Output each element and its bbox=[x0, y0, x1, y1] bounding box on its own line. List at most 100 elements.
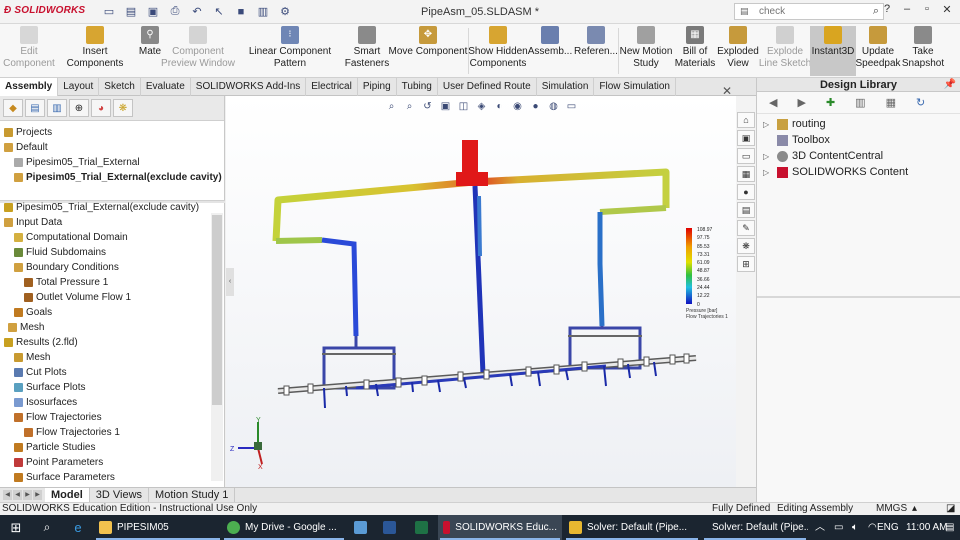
tree-item-total-pressure[interactable]: Total Pressure 1 bbox=[24, 276, 108, 289]
taskbar-item-solver-2[interactable]: Solver: Default (Pipe... bbox=[702, 515, 808, 540]
tab-flow-simulation[interactable]: Flow Simulation bbox=[594, 78, 676, 96]
taskbar-item-app[interactable] bbox=[348, 515, 372, 540]
print-icon[interactable]: ⎙ bbox=[166, 3, 184, 20]
design-library-icon[interactable]: ▦ bbox=[737, 166, 755, 182]
file-properties-icon[interactable]: ▥ bbox=[254, 3, 272, 20]
home-icon[interactable]: ⌂ bbox=[737, 112, 755, 128]
tree-item-results[interactable]: Results (2.fld) bbox=[4, 336, 78, 349]
mate-button[interactable]: ⚲ Mate bbox=[136, 26, 164, 76]
edit-component-button[interactable]: Edit Component bbox=[0, 26, 58, 76]
flow-simulation-tab-icon[interactable]: ❋ bbox=[113, 99, 133, 117]
tree-item-analysis-root[interactable]: Pipesim05_Trial_External(exclude cavity) bbox=[4, 201, 199, 214]
linear-pattern-button[interactable]: ⁝ Linear Component Pattern bbox=[234, 26, 346, 76]
select-icon[interactable]: ↖ bbox=[210, 3, 228, 20]
tree-item-point-parameters[interactable]: Point Parameters bbox=[14, 456, 103, 469]
help-icon[interactable]: ? bbox=[878, 3, 896, 16]
smart-fasteners-button[interactable]: Smart Fasteners bbox=[345, 26, 389, 76]
tab-3d-views[interactable]: 3D Views bbox=[90, 488, 150, 502]
custom-properties-icon[interactable]: ▤ bbox=[737, 202, 755, 218]
tab-sketch[interactable]: Sketch bbox=[99, 78, 141, 96]
first-tab-icon[interactable]: ◀ bbox=[3, 490, 12, 500]
unit-dropdown-icon[interactable]: ▴ bbox=[912, 503, 917, 515]
take-snapshot-button[interactable]: Take Snapshot bbox=[900, 26, 946, 76]
tab-motion-study[interactable]: Motion Study 1 bbox=[149, 488, 236, 502]
tab-layout[interactable]: Layout bbox=[58, 78, 100, 96]
taskbar-item-pipesim05[interactable]: PIPESIM05 bbox=[94, 515, 222, 540]
flow-simulation-icon[interactable]: ❋ bbox=[737, 238, 755, 254]
property-manager-tab-icon[interactable]: ▤ bbox=[25, 99, 45, 117]
options-icon[interactable]: ⚙ bbox=[276, 3, 294, 20]
new-icon[interactable]: ▭ bbox=[100, 3, 118, 20]
wifi-icon[interactable]: ◠ bbox=[868, 515, 877, 540]
dimxpert-tab-icon[interactable]: ⊕ bbox=[69, 99, 89, 117]
clock[interactable]: 11:00 AM bbox=[906, 515, 948, 540]
instant3d-button[interactable]: Instant3D bbox=[810, 26, 856, 76]
expand-arrow-icon[interactable]: ▷ bbox=[763, 120, 773, 129]
library-item-toolbox[interactable]: Toolbox bbox=[763, 134, 830, 146]
expand-arrow-icon[interactable]: ▷ bbox=[763, 152, 773, 161]
forward-icon[interactable]: ▶ bbox=[797, 96, 805, 109]
next-tab-icon[interactable]: ▶ bbox=[23, 490, 32, 500]
tree-item-computational-domain[interactable]: Computational Domain bbox=[14, 231, 128, 244]
minimize-button[interactable]: – bbox=[898, 3, 916, 16]
tray-overflow-icon[interactable]: ︿ bbox=[815, 515, 825, 540]
sensors-icon[interactable]: ⊞ bbox=[737, 256, 755, 272]
refresh-icon[interactable]: ↻ bbox=[916, 96, 925, 109]
library-item-3d-content-central[interactable]: ▷ 3D ContentCentral bbox=[763, 150, 883, 162]
taskbar-item-solver-1[interactable]: Solver: Default (Pipe... bbox=[564, 515, 700, 540]
move-component-button[interactable]: ✥ Move Component bbox=[388, 26, 468, 76]
solidworks-logo[interactable]: Ɖ SOLIDWORKS bbox=[4, 5, 85, 16]
taskbar-item-chrome[interactable]: My Drive - Google ... bbox=[222, 515, 346, 540]
taskbar-item-word[interactable] bbox=[374, 515, 404, 540]
tree-item-active-project[interactable]: Pipesim05_Trial_External(exclude cavity) bbox=[14, 171, 222, 184]
assembly-features-button[interactable]: Assemb... bbox=[528, 26, 572, 76]
tab-piping[interactable]: Piping bbox=[358, 78, 397, 96]
add-to-library-icon[interactable]: ✚ bbox=[826, 96, 835, 109]
notifications-icon[interactable]: ▤ bbox=[945, 515, 954, 540]
open-icon[interactable]: ▤ bbox=[122, 3, 140, 20]
tree-item-default[interactable]: Default bbox=[4, 141, 48, 154]
search-box[interactable]: ▤ ⌕ bbox=[734, 3, 884, 20]
new-motion-study-button[interactable]: New Motion Study bbox=[619, 26, 673, 76]
search-taskbar-button[interactable]: ⌕ bbox=[32, 515, 62, 540]
explode-line-sketch-button[interactable]: Explode Line Sketch bbox=[759, 26, 811, 76]
tree-item-projects[interactable]: Projects bbox=[4, 126, 52, 139]
reference-geometry-button[interactable]: Referen... bbox=[574, 26, 618, 76]
tree-item-results-mesh[interactable]: Mesh bbox=[14, 351, 50, 364]
prev-tab-icon[interactable]: ◀ bbox=[13, 490, 22, 500]
tree-item-surface-parameters[interactable]: Surface Parameters bbox=[14, 471, 115, 484]
tree-item-goals[interactable]: Goals bbox=[14, 306, 52, 319]
display-manager-tab-icon[interactable]: ◕ bbox=[91, 99, 111, 117]
close-button[interactable]: ✕ bbox=[938, 3, 956, 16]
tree-item-boundary-conditions[interactable]: Boundary Conditions bbox=[14, 261, 119, 274]
save-icon[interactable]: ▣ bbox=[144, 3, 162, 20]
tree-item-input-mesh[interactable]: Mesh bbox=[8, 321, 44, 334]
tree-item-input-data[interactable]: Input Data bbox=[4, 216, 62, 229]
graphics-area[interactable]: ⌕ ⌕ ↺ ▣ ◫ ◈ ◐ ◉ ● ◍ ▭ ✕ Y Z X 108.97 97.… bbox=[226, 84, 736, 487]
resources-icon[interactable]: ▣ bbox=[737, 130, 755, 146]
exploded-view-button[interactable]: Exploded View bbox=[716, 26, 760, 76]
search-scope-icon[interactable]: ▤ bbox=[740, 6, 749, 17]
taskbar-item-solidworks[interactable]: SOLIDWORKS Educ... bbox=[438, 515, 562, 540]
component-preview-button[interactable]: Component Preview Window bbox=[161, 26, 235, 76]
tab-tubing[interactable]: Tubing bbox=[397, 78, 438, 96]
feature-tree-tab-icon[interactable]: ◆ bbox=[3, 99, 23, 117]
start-button[interactable]: ⊞ bbox=[0, 515, 32, 540]
solidworks-forum-icon[interactable]: ✎ bbox=[737, 220, 755, 236]
restore-button[interactable]: ▫ bbox=[918, 3, 936, 16]
tree-item-particle-studies[interactable]: Particle Studies bbox=[14, 441, 95, 454]
search-input[interactable] bbox=[735, 6, 850, 17]
library-item-routing[interactable]: ▷ routing bbox=[763, 118, 826, 130]
feature-tree-scrollbar[interactable] bbox=[211, 213, 223, 481]
tab-assembly[interactable]: Assembly bbox=[0, 78, 59, 96]
pin-icon[interactable]: 📌 bbox=[944, 79, 956, 90]
show-hidden-components-button[interactable]: Show Hidden Components bbox=[468, 26, 528, 76]
tree-item-flow-trajectories-1[interactable]: Flow Trajectories 1 bbox=[24, 426, 120, 439]
tree-item-project[interactable]: Pipesim05_Trial_External bbox=[14, 156, 140, 169]
appearances-icon[interactable]: ● bbox=[737, 184, 755, 200]
tab-simulation[interactable]: Simulation bbox=[537, 78, 595, 96]
edge-taskbar-button[interactable]: e bbox=[64, 515, 92, 540]
update-speedpak-button[interactable]: Update Speedpak bbox=[855, 26, 901, 76]
create-folder-icon[interactable]: ▦ bbox=[886, 96, 896, 109]
add-file-location-icon[interactable]: ▥ bbox=[855, 96, 865, 109]
